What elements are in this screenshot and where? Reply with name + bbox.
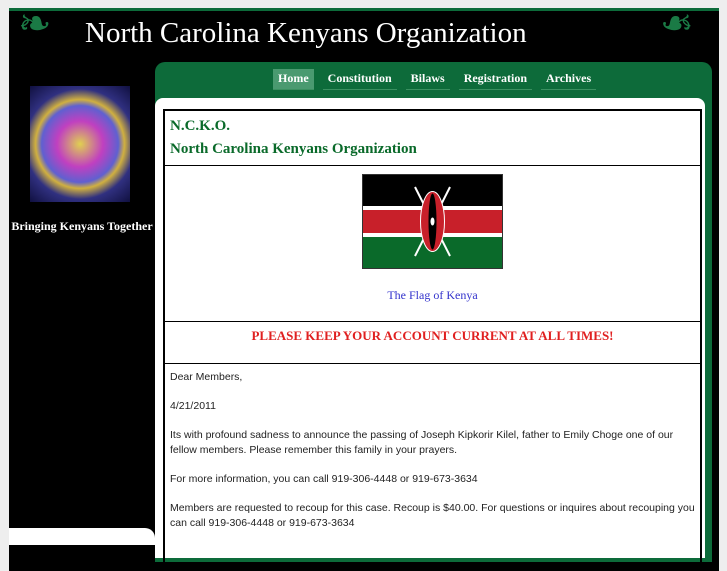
account-notice: PLEASE KEEP YOUR ACCOUNT CURRENT AT ALL … [251,327,614,343]
notice-cell: PLEASE KEEP YOUR ACCOUNT CURRENT AT ALL … [163,320,702,364]
main-nav: Home Constitution Bilaws Registration Ar… [273,69,597,90]
nav-bilaws[interactable]: Bilaws [405,69,450,90]
site-title: North Carolina Kenyans Organization [85,17,527,49]
announcement-date: 4/21/2011 [170,399,216,412]
nav-registration[interactable]: Registration [458,69,533,90]
tagline: Bringing Kenyans Together [11,219,153,233]
recoup-info: Members are requested to recoup for this… [170,501,695,529]
contact-info: For more information, you can call 919-3… [170,472,478,485]
heading-cell: N.C.K.O. North Carolina Kenyans Organiza… [163,109,702,166]
logo-image [30,86,130,202]
swirl-ornament-right-icon: ❧ [660,1,694,46]
swirl-ornament-left-icon: ❧ [18,1,52,46]
org-abbr: N.C.K.O. [170,117,230,134]
announcement-cell: Dear Members, 4/21/2011 Its with profoun… [163,362,702,564]
sidebar-bottom [9,528,155,545]
content-table: N.C.K.O. North Carolina Kenyans Organiza… [163,109,702,564]
nav-home[interactable]: Home [273,69,314,90]
nav-archives[interactable]: Archives [541,69,597,90]
kenya-flag-image [362,173,503,269]
flag-caption: The Flag of Kenya [387,287,478,302]
announcement-text: Its with profound sadness to announce th… [170,428,674,456]
greeting: Dear Members, [170,370,243,383]
nav-constitution[interactable]: Constitution [322,69,397,90]
flag-cell: The Flag of Kenya [163,164,702,322]
org-name: North Carolina Kenyans Organization [170,140,417,157]
